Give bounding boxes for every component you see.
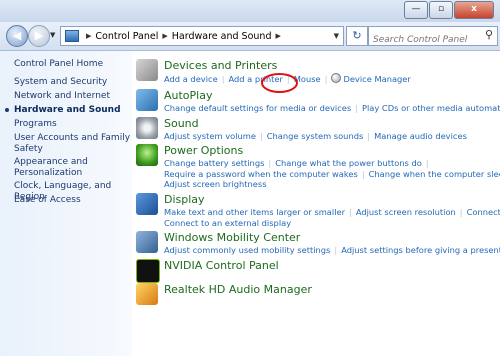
left-navigation-pane: Control Panel Home System and Security N… (0, 51, 132, 356)
nav-programs[interactable]: Programs (14, 119, 132, 130)
link-separator: | (459, 207, 463, 217)
category-title[interactable]: AutoPlay (164, 89, 212, 102)
change-system-sounds-link[interactable]: Change system sounds (267, 131, 364, 141)
breadcrumb-hardware-and-sound[interactable]: Hardware and Sound (172, 31, 272, 42)
search-input[interactable] (373, 32, 477, 48)
main-content: Devices and Printers Add a device | Add a … (132, 51, 500, 356)
display-icon[interactable] (136, 193, 158, 215)
manage-audio-devices-link[interactable]: Manage audio devices (374, 131, 467, 141)
nav-control-panel-home[interactable]: Control Panel Home (14, 59, 132, 70)
category-links: Change battery settings | Change what the … (164, 158, 500, 190)
category-title[interactable]: Display (164, 193, 205, 206)
shield-icon (331, 73, 342, 83)
forward-button[interactable]: ▶ (28, 25, 50, 47)
category-title[interactable]: Realtek HD Audio Manager (164, 283, 312, 296)
nav-hardware-and-sound-label: Hardware and Sound (14, 105, 121, 115)
change-default-media-settings-link[interactable]: Change default settings for media or dev… (164, 103, 351, 113)
link-separator: | (361, 168, 365, 179)
refresh-button[interactable]: ↻ (346, 26, 368, 46)
category-links: Change default settings for media or dev… (164, 103, 500, 114)
link-separator: | (259, 131, 263, 141)
nav-network-and-internet[interactable]: Network and Internet (14, 91, 132, 102)
speaker-icon[interactable] (136, 117, 158, 139)
power-buttons-link[interactable]: Change what the power buttons do (275, 158, 422, 168)
change-battery-settings-link[interactable]: Change battery settings (164, 158, 264, 168)
mobility-settings-link[interactable]: Adjust commonly used mobility settings (164, 245, 330, 255)
chevron-right-icon[interactable]: ▶ (86, 32, 91, 40)
category-title[interactable]: Windows Mobility Center (164, 231, 300, 244)
title-bar: — ▫ x (0, 0, 500, 22)
search-icon[interactable]: ⚲ (485, 28, 493, 41)
connect-to-projector-link[interactable]: Connect to a projector (467, 207, 500, 217)
adjust-screen-brightness-link[interactable]: Adjust screen brightness (164, 179, 267, 189)
category-title[interactable]: Power Options (164, 144, 243, 157)
minimize-button[interactable]: — (404, 1, 428, 19)
selected-bullet-icon (5, 108, 9, 112)
link-separator: | (221, 74, 225, 84)
link-separator: | (334, 245, 338, 255)
device-manager-link[interactable]: Device Manager (343, 74, 410, 84)
autoplay-icon[interactable] (136, 89, 158, 111)
adjust-system-volume-link[interactable]: Adjust system volume (164, 131, 256, 141)
presentation-settings-link[interactable]: Adjust settings before giving a presenta… (341, 245, 500, 255)
printer-icon[interactable] (136, 59, 158, 81)
nav-system-and-security[interactable]: System and Security (14, 77, 132, 88)
mouse-highlight-circle (261, 73, 298, 93)
category-links: Adjust commonly used mobility settings | A… (164, 245, 500, 256)
category-title[interactable]: NVIDIA Control Panel (164, 259, 279, 272)
require-password-on-wake-link[interactable]: Require a password when the computer wak… (164, 169, 358, 179)
control-panel-icon (65, 30, 79, 42)
change-sleep-link[interactable]: Change when the computer sleeps (369, 169, 500, 179)
mobility-center-icon[interactable] (136, 231, 158, 253)
link-separator: | (367, 131, 371, 141)
link-separator: | (355, 103, 358, 113)
recent-pages-chevron-icon[interactable]: ▼ (50, 31, 55, 39)
search-box[interactable]: ⚲ (368, 26, 498, 48)
play-cds-automatically-link[interactable]: Play CDs or other media automatically (362, 103, 500, 113)
chevron-right-icon[interactable]: ▶ (275, 32, 280, 40)
connect-external-display-link[interactable]: Connect to an external display (164, 218, 291, 228)
back-button[interactable]: ◀ (6, 25, 28, 47)
address-dropdown-icon[interactable]: ▼ (334, 32, 339, 40)
nav-appearance-and-personalization[interactable]: Appearance and Personalization (14, 157, 132, 179)
category-title[interactable]: Devices and Printers (164, 59, 277, 72)
category-links: Make text and other items larger or smal… (164, 207, 500, 228)
address-bar: ◀ ▶ ▼ ▶ Control Panel ▶ Hardware and Sou… (0, 22, 500, 51)
nav-hardware-and-sound[interactable]: Hardware and Sound (5, 105, 132, 116)
adjust-screen-resolution-link[interactable]: Adjust screen resolution (356, 207, 456, 217)
link-separator: | (324, 74, 328, 84)
control-panel-window: — ▫ x ◀ ▶ ▼ ▶ Control Panel ▶ Hardware a… (0, 0, 500, 356)
close-button[interactable]: x (454, 1, 494, 19)
category-title[interactable]: Sound (164, 117, 199, 130)
link-separator: | (425, 158, 429, 168)
link-separator: | (268, 158, 272, 168)
caption-buttons: — ▫ x (403, 1, 494, 19)
category-links: Adjust system volume | Change system sound… (164, 131, 500, 142)
link-separator: | (349, 207, 352, 217)
realtek-icon[interactable] (136, 283, 158, 305)
nav-user-accounts-and-family-safety[interactable]: User Accounts and Family Safety (14, 133, 132, 155)
add-device-link[interactable]: Add a device (164, 74, 218, 84)
power-icon[interactable] (136, 144, 158, 166)
category-links: Add a device | Add a printer | Mouse | Device … (164, 73, 500, 85)
nvidia-icon[interactable] (136, 259, 160, 283)
maximize-button[interactable]: ▫ (429, 1, 453, 19)
chevron-right-icon[interactable]: ▶ (162, 32, 167, 40)
breadcrumb-control-panel[interactable]: Control Panel (95, 31, 158, 42)
nav-ease-of-access[interactable]: Ease of Access (14, 195, 132, 206)
breadcrumb[interactable]: ▶ Control Panel ▶ Hardware and Sound ▶ ▼ (60, 26, 344, 46)
make-text-larger-link[interactable]: Make text and other items larger or smal… (164, 207, 345, 217)
